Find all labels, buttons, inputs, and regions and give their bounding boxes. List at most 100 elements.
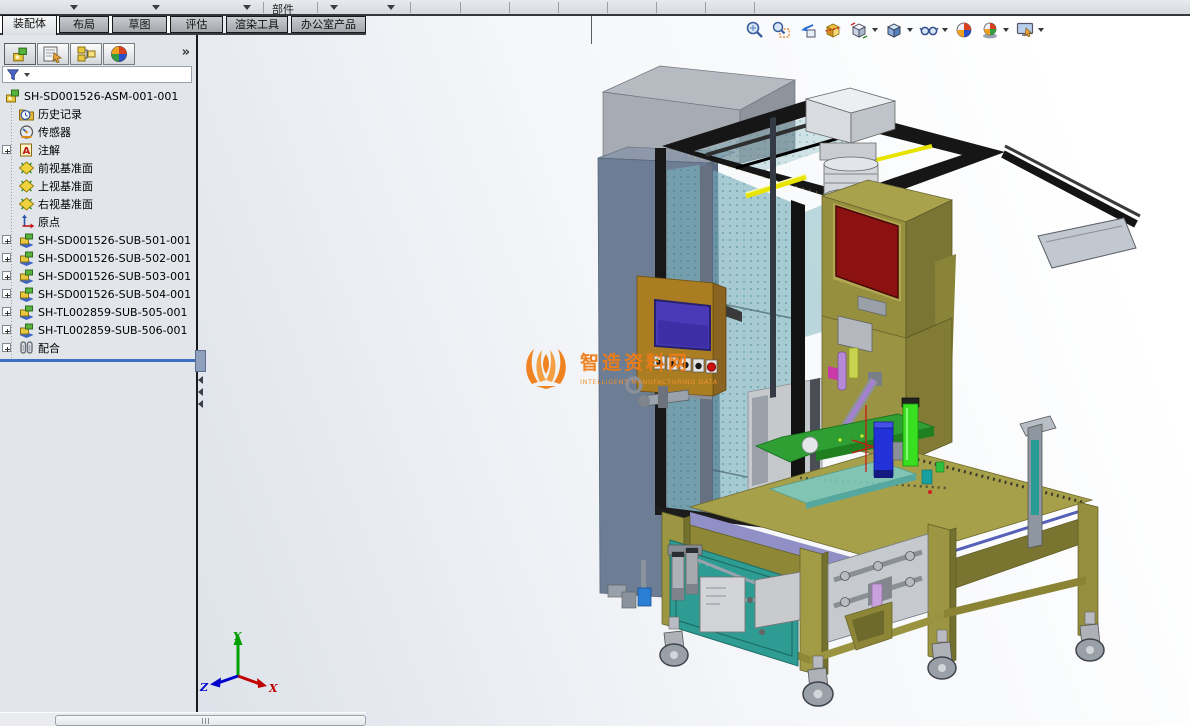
toolbar-separator xyxy=(558,2,559,13)
bottom-splitter-area xyxy=(0,712,366,726)
toolbar-separator xyxy=(317,2,318,13)
expander-icon[interactable] xyxy=(2,325,11,334)
view-settings-dropdown[interactable] xyxy=(1038,28,1044,32)
toolbar-dropdown-icon[interactable] xyxy=(243,5,251,10)
panel-overflow-button[interactable]: » xyxy=(182,45,190,60)
tab-render-tools[interactable]: 渲染工具 xyxy=(226,16,288,33)
tab-assembly[interactable]: 装配体 xyxy=(2,15,57,35)
subassembly-icon xyxy=(18,232,35,248)
tree-item-top-plane[interactable]: 上视基准面 xyxy=(0,177,196,195)
tree-item-sub-504[interactable]: SH-SD001526-SUB-504-001 xyxy=(0,285,196,303)
view-settings-icon[interactable] xyxy=(1013,18,1037,42)
tab-feature-manager[interactable] xyxy=(4,43,36,65)
display-style-dropdown[interactable] xyxy=(907,28,913,32)
sensors-icon xyxy=(18,124,35,140)
tab-display-manager[interactable] xyxy=(103,43,135,65)
zoom-to-fit-icon[interactable] xyxy=(743,18,767,42)
assembly-icon xyxy=(4,88,21,104)
toolbar-separator xyxy=(705,2,706,13)
tree-item-history[interactable]: 历史记录 xyxy=(0,105,196,123)
tree-item-sensors[interactable]: 传感器 xyxy=(0,123,196,141)
toolbar-dropdown-icon[interactable] xyxy=(330,5,338,10)
feature-manager-panel: » SH-SD001526-ASM-001-001 历史记录 传感器 注解 前视… xyxy=(0,35,196,726)
tree-item-sub-501[interactable]: SH-SD001526-SUB-501-001 xyxy=(0,231,196,249)
hide-show-items-icon[interactable] xyxy=(917,18,941,42)
toolbar-separator xyxy=(410,2,411,13)
collapse-arrow-icon xyxy=(198,376,203,384)
triad-z-label: Z xyxy=(199,681,209,694)
toolbar-separator xyxy=(460,2,461,13)
filter-funnel-icon xyxy=(6,68,20,82)
tree-pane-splitter[interactable] xyxy=(0,359,196,362)
tree-filter[interactable] xyxy=(2,66,192,83)
zoom-to-area-icon[interactable] xyxy=(769,18,793,42)
heads-up-view-toolbar xyxy=(742,17,1047,43)
filter-dropdown-icon[interactable] xyxy=(24,72,30,77)
history-icon xyxy=(18,106,35,122)
triad-x-label: X xyxy=(268,682,278,694)
expander-icon[interactable] xyxy=(2,235,11,244)
plane-icon xyxy=(18,196,35,212)
triad-y-label: Y xyxy=(233,630,242,643)
tree-item-origin[interactable]: 原点 xyxy=(0,213,196,231)
expander-icon[interactable] xyxy=(2,307,11,316)
tab-office-products[interactable]: 办公室产品 xyxy=(291,16,366,33)
subassembly-icon xyxy=(18,322,35,338)
feature-tree: SH-SD001526-ASM-001-001 历史记录 传感器 注解 前视基准… xyxy=(0,87,196,359)
toolbar-separator xyxy=(509,2,510,13)
expander-icon[interactable] xyxy=(2,253,11,262)
display-style-icon[interactable] xyxy=(882,18,906,42)
expander-icon[interactable] xyxy=(2,145,11,154)
hide-show-items-dropdown[interactable] xyxy=(942,28,948,32)
view-orientation-icon[interactable] xyxy=(847,18,871,42)
plane-icon xyxy=(18,178,35,194)
tree-item-sub-503[interactable]: SH-SD001526-SUB-503-001 xyxy=(0,267,196,285)
splitter-grip-icon xyxy=(202,718,211,724)
subassembly-icon xyxy=(18,286,35,302)
expander-icon[interactable] xyxy=(2,271,11,280)
toolbar-dropdown-icon[interactable] xyxy=(152,5,160,10)
tab-evaluate[interactable]: 评估 xyxy=(170,16,223,33)
view-orientation-dropdown[interactable] xyxy=(872,28,878,32)
panel-collapse-arrows[interactable] xyxy=(198,376,203,412)
horizontal-splitter-handle[interactable] xyxy=(55,715,366,726)
tab-configuration-manager[interactable] xyxy=(70,43,102,65)
tree-item-sub-505[interactable]: SH-TL002859-SUB-505-001 xyxy=(0,303,196,321)
tab-sketch[interactable]: 草图 xyxy=(112,16,167,33)
command-manager-edge xyxy=(591,16,592,44)
3d-model-machine[interactable] xyxy=(197,16,1190,726)
command-toolbar-strip: 部件 xyxy=(0,0,1190,16)
section-view-icon[interactable] xyxy=(821,18,845,42)
apply-scene-dropdown[interactable] xyxy=(1003,28,1009,32)
plane-icon xyxy=(18,160,35,176)
tree-item-annotations[interactable]: 注解 xyxy=(0,141,196,159)
tree-item-sub-506[interactable]: SH-TL002859-SUB-506-001 xyxy=(0,321,196,339)
collapse-arrow-icon xyxy=(198,388,203,396)
solidworks-window: 智造资料网 INTELLIGENT MANUFACTURING DATA Y X… xyxy=(0,0,1190,726)
collapse-arrow-icon xyxy=(198,400,203,408)
tree-item-mates[interactable]: 配合 xyxy=(0,339,196,357)
toolbar-separator xyxy=(607,2,608,13)
toolbar-dropdown-icon[interactable] xyxy=(70,5,78,10)
orientation-triad: Y X Z xyxy=(199,630,278,694)
graphics-viewport[interactable]: 智造资料网 INTELLIGENT MANUFACTURING DATA Y X… xyxy=(197,16,1190,726)
expander-icon[interactable] xyxy=(2,289,11,298)
apply-scene-icon[interactable] xyxy=(978,18,1002,42)
edit-appearance-icon[interactable] xyxy=(952,18,976,42)
tree-item-front-plane[interactable]: 前视基准面 xyxy=(0,159,196,177)
previous-view-icon[interactable] xyxy=(795,18,819,42)
subassembly-icon xyxy=(18,268,35,284)
tree-item-right-plane[interactable]: 右视基准面 xyxy=(0,195,196,213)
expander-icon[interactable] xyxy=(2,343,11,352)
tab-property-manager[interactable] xyxy=(37,43,69,65)
tab-layout[interactable]: 布局 xyxy=(59,16,109,33)
annotations-icon xyxy=(18,142,35,158)
toolbar-separator xyxy=(656,2,657,13)
tree-item-root[interactable]: SH-SD001526-ASM-001-001 xyxy=(0,87,196,105)
panel-scrollbar-thumb[interactable] xyxy=(195,350,206,372)
toolbar-dropdown-icon[interactable] xyxy=(387,5,395,10)
toolbar-separator xyxy=(263,2,264,13)
tree-item-sub-502[interactable]: SH-SD001526-SUB-502-001 xyxy=(0,249,196,267)
mates-icon xyxy=(18,340,35,356)
subassembly-icon xyxy=(18,304,35,320)
